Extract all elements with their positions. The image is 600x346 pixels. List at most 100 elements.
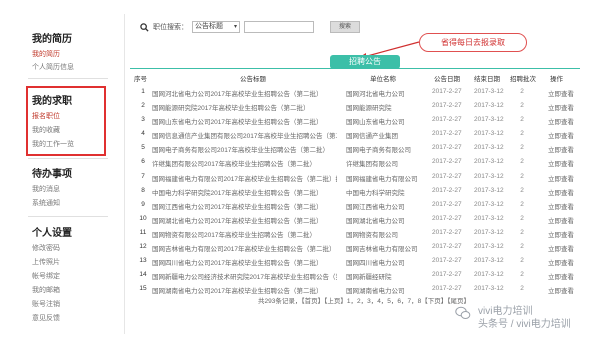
row-number: 7 (141, 172, 145, 180)
row-batch: 2 (520, 228, 524, 236)
sidebar-item-work-list[interactable]: 我的工作一览 (32, 139, 74, 149)
col-header-num: 序号 (134, 76, 147, 83)
sidebar-item-change-password[interactable]: 修改密码 (32, 243, 60, 253)
row-title[interactable]: 国网吉林省电力有限公司2017年高校毕业生招聘公告（第二批） (152, 243, 337, 253)
row-title[interactable]: 国网四川省电力公司2017年高校毕业生招聘公告（第二批） (152, 257, 337, 267)
row-title[interactable]: 中国电力科学研究院2017年高校毕业生招聘公告（第二批） (152, 187, 337, 197)
row-batch: 2 (520, 88, 524, 95)
row-title[interactable]: 国网能源研究院2017年高校毕业生招聘公告（第二批） (152, 102, 337, 112)
sidebar-item-account-binding[interactable]: 帐号绑定 (32, 271, 60, 281)
row-end-date: 2017-3-12 (474, 257, 504, 265)
search-type-value: 公告标题 (195, 23, 223, 30)
row-title[interactable]: 国网新疆电力公司经济技术研究院2017年高校毕业生招聘公告（第二批）招聘公告 (152, 271, 337, 281)
sidebar-item-feedback[interactable]: 意见反馈 (32, 313, 60, 323)
row-unit: 国网河北省电力公司 (346, 91, 405, 98)
row-view-link[interactable]: 立即查看 (548, 243, 578, 253)
row-view-link[interactable]: 立即查看 (548, 88, 578, 98)
row-batch: 2 (520, 144, 524, 152)
row-unit: 许继集团有限公司 (346, 161, 398, 169)
sidebar-item-favorites[interactable]: 我的收藏 (32, 125, 60, 135)
row-unit: 国网能源研究院 (346, 105, 392, 113)
wechat-icon (455, 306, 471, 319)
table-row: 1 国网河北省电力公司2017年高校毕业生招聘公告（第二批） 国网河北省电力公司 20… (130, 86, 580, 100)
table-row: 9 国网江西省电力公司2017年高校毕业生招聘公告（第二批） 国网江西省电力公司 20… (130, 199, 580, 213)
table-row: 2 国网能源研究院2017年高校毕业生招聘公告（第二批） 国网能源研究院 2017-2… (130, 100, 580, 114)
row-pub-date: 2017-2-27 (432, 285, 462, 293)
row-view-link[interactable]: 立即查看 (548, 285, 578, 295)
row-pub-date: 2017-2-27 (432, 172, 462, 180)
row-unit: 国网电子商务有限公司 (346, 147, 411, 155)
row-title[interactable]: 国网信息通信产业集团有限公司2017年高校毕业生招聘公告（第二批） (152, 130, 337, 140)
row-end-date: 2017-3-12 (474, 186, 504, 194)
row-title[interactable]: 国网江西省电力公司2017年高校毕业生招聘公告（第二批） (152, 201, 337, 211)
row-end-date: 2017-3-12 (474, 243, 504, 251)
row-view-link[interactable]: 立即查看 (548, 173, 578, 183)
row-unit: 国网新疆经研院 (346, 274, 392, 282)
row-title[interactable]: 国网湖北省电力公司2017年高校毕业生招聘公告（第二批） (152, 215, 337, 225)
row-view-link[interactable]: 立即查看 (548, 130, 578, 140)
sidebar-item-applied-jobs[interactable]: 报名职位 (32, 111, 60, 121)
row-end-date: 2017-3-12 (474, 271, 504, 279)
jobs-section-title: 我的求职 (32, 96, 72, 107)
table-row: 11 国网物资有限公司2017年高校毕业生招聘公告（第二批） 国网物资有限公司 201… (130, 227, 580, 241)
tab-recruitment-notices[interactable]: 招聘公告 (330, 55, 400, 69)
sidebar-item-notifications[interactable]: 系统通知 (32, 198, 60, 208)
sidebar-item-my-resume[interactable]: 我的简历 (32, 49, 60, 59)
table-row: 8 中国电力科学研究院2017年高校毕业生招聘公告（第二批） 中国电力科学研究院 20… (130, 185, 580, 199)
todo-section-title: 待办事项 (32, 169, 72, 180)
row-number: 1 (141, 88, 145, 95)
pagination[interactable]: 共293条记录，【首页】【上页】1，2，3，4，5，6，7，8【下页】【尾页】 (258, 295, 470, 305)
sidebar-item-deactivate[interactable]: 账号注销 (32, 299, 60, 309)
row-end-date: 2017-3-12 (474, 102, 504, 110)
row-pub-date: 2017-2-27 (432, 271, 462, 279)
row-view-link[interactable]: 立即查看 (548, 229, 578, 239)
sidebar-item-resume-info[interactable]: 个人简历信息 (32, 62, 74, 72)
notice-table-body: 1 国网河北省电力公司2017年高校毕业生招聘公告（第二批） 国网河北省电力公司 20… (130, 86, 580, 297)
row-unit: 国网湖北省电力公司 (346, 217, 405, 225)
search-label: 职位搜索： (153, 24, 188, 31)
col-header-unit: 单位名称 (370, 76, 396, 83)
row-view-link[interactable]: 立即查看 (548, 215, 578, 225)
row-title[interactable]: 国网物资有限公司2017年高校毕业生招聘公告（第二批） (152, 229, 337, 239)
row-title[interactable]: 国网湖南省电力公司2017年高校毕业生招聘公告（第二批） (152, 285, 337, 295)
row-view-link[interactable]: 立即查看 (548, 187, 578, 197)
row-view-link[interactable]: 立即查看 (548, 102, 578, 112)
row-title[interactable]: 国网福建省电力有限公司2017年高校毕业生招聘公告（第二批）招聘公告 (152, 173, 337, 183)
sidebar-divider (28, 216, 108, 217)
row-title[interactable]: 许继集团有限公司2017年高校毕业生招聘公告（第二批） (152, 158, 337, 168)
watermark-line-2: 头条号 / vivi电力培训 (478, 319, 571, 330)
row-title[interactable]: 国网电子商务有限公司2017年高校毕业生招聘公告（第二批） (152, 144, 337, 154)
row-end-date: 2017-3-12 (474, 200, 504, 208)
sidebar-item-email[interactable]: 我的邮箱 (32, 285, 60, 295)
row-title[interactable]: 国网山东省电力公司2017年高校毕业生招聘公告（第二批） (152, 116, 337, 126)
search-type-select[interactable]: 公告标题 ▾ (192, 21, 240, 33)
row-end-date: 2017-3-12 (474, 88, 504, 95)
row-view-link[interactable]: 立即查看 (548, 201, 578, 211)
row-view-link[interactable]: 立即查看 (548, 116, 578, 126)
row-view-link[interactable]: 立即查看 (548, 271, 578, 281)
table-row: 12 国网吉林省电力有限公司2017年高校毕业生招聘公告（第二批） 国网吉林省电力有… (130, 241, 580, 255)
row-number: 2 (141, 102, 145, 110)
row-end-date: 2017-3-12 (474, 158, 504, 166)
row-title[interactable]: 国网河北省电力公司2017年高校毕业生招聘公告（第二批） (152, 88, 337, 98)
row-view-link[interactable]: 立即查看 (548, 257, 578, 267)
row-batch: 2 (520, 172, 524, 180)
row-unit: 国网福建省电力有限公司 (346, 175, 418, 183)
sidebar-item-upload-photo[interactable]: 上传照片 (32, 257, 60, 267)
row-number: 11 (139, 228, 147, 236)
row-unit: 国网吉林省电力有限公司 (346, 246, 418, 254)
row-unit: 国网江西省电力公司 (346, 203, 405, 211)
sidebar-divider (28, 158, 108, 159)
row-view-link[interactable]: 立即查看 (548, 144, 578, 154)
sidebar-item-messages[interactable]: 我的消息 (32, 184, 60, 194)
row-number: 15 (139, 285, 147, 293)
row-unit: 国网信通产业集团 (346, 133, 398, 141)
table-row: 10 国网湖北省电力公司2017年高校毕业生招聘公告（第二批） 国网湖北省电力公司 2… (130, 213, 580, 227)
row-number: 13 (139, 257, 147, 265)
search-button[interactable]: 搜索 (330, 21, 360, 33)
table-row: 7 国网福建省电力有限公司2017年高校毕业生招聘公告（第二批）招聘公告 国网福建省… (130, 171, 580, 185)
row-view-link[interactable]: 立即查看 (548, 158, 578, 168)
table-row: 4 国网信息通信产业集团有限公司2017年高校毕业生招聘公告（第二批） 国网信通产业… (130, 128, 580, 142)
row-end-date: 2017-3-12 (474, 214, 504, 222)
search-input[interactable] (244, 21, 314, 33)
